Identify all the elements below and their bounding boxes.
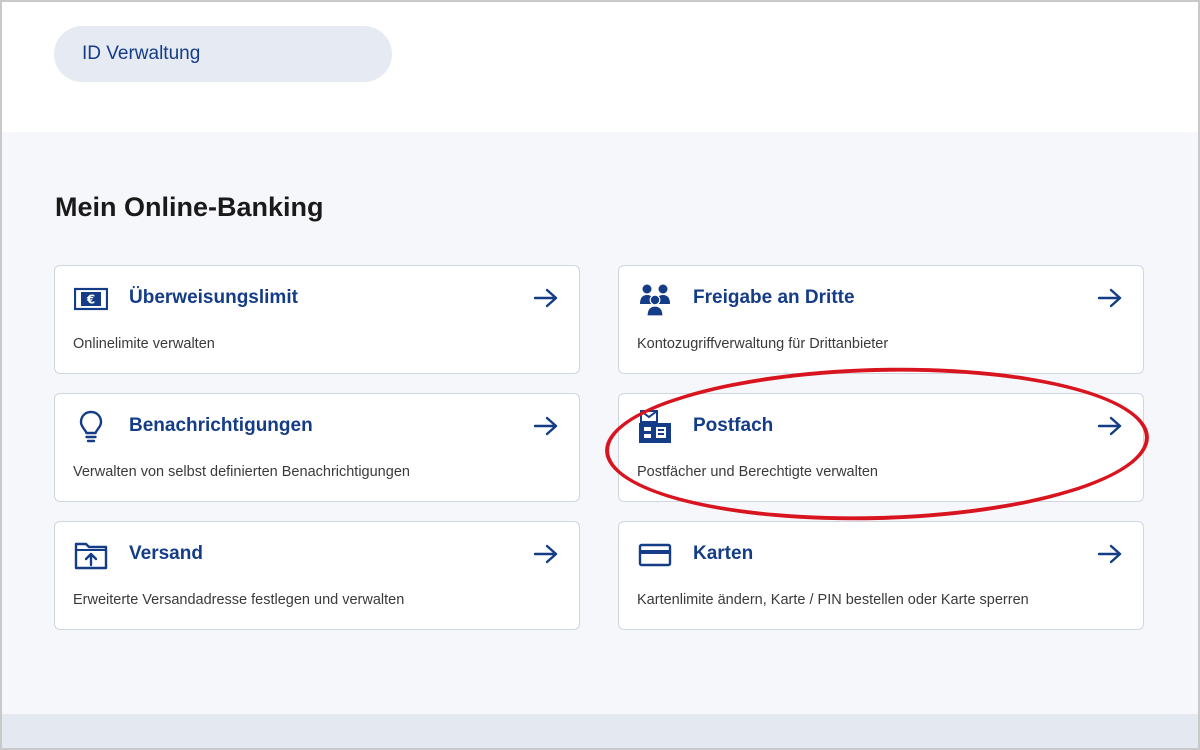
id-management-button[interactable]: ID Verwaltung	[54, 26, 392, 82]
card-description: Verwalten von selbst definierten Benachr…	[73, 464, 410, 480]
card-description: Kartenlimite ändern, Karte / PIN bestell…	[637, 592, 1029, 608]
people-group-icon	[637, 281, 673, 317]
card-title: Überweisungslimit	[129, 287, 298, 308]
mailbox-icon	[637, 409, 673, 445]
footer-band	[0, 714, 1200, 750]
page-title: Mein Online-Banking	[55, 192, 324, 222]
folder-upload-icon	[73, 537, 109, 573]
arrow-right-icon	[533, 542, 559, 566]
card-description: Erweiterte Versandadresse festlegen und …	[73, 592, 405, 608]
card-shipping[interactable]: Versand Erweiterte Versandadresse festle…	[54, 521, 580, 630]
card-icon	[637, 537, 673, 573]
arrow-right-icon	[1097, 542, 1123, 566]
euro-note-icon: €	[73, 281, 109, 317]
card-description: Kontozugriffverwaltung für Drittanbieter	[637, 336, 889, 352]
card-title: Benachrichtigungen	[129, 415, 313, 436]
card-title: Freigabe an Dritte	[693, 287, 855, 308]
card-title: Postfach	[693, 415, 774, 436]
lightbulb-icon	[73, 409, 109, 445]
arrow-right-icon	[533, 286, 559, 310]
top-area: ID Verwaltung	[0, 0, 1200, 132]
card-cards[interactable]: Karten Kartenlimite ändern, Karte / PIN …	[618, 521, 1144, 630]
card-mailbox[interactable]: Postfach Postfächer und Berechtigte verw…	[618, 393, 1144, 502]
arrow-right-icon	[1097, 286, 1123, 310]
card-notifications[interactable]: Benachrichtigungen Verwalten von selbst …	[54, 393, 580, 502]
card-transfer-limit[interactable]: € Überweisungslimit Onlinelimite verwalt…	[54, 265, 580, 374]
card-third-party-access[interactable]: Freigabe an Dritte Kontozugriffverwaltun…	[618, 265, 1144, 374]
arrow-right-icon	[1097, 414, 1123, 438]
arrow-right-icon	[533, 414, 559, 438]
card-description: Onlinelimite verwalten	[73, 336, 215, 352]
svg-text:€: €	[86, 293, 95, 307]
card-title: Versand	[129, 543, 203, 564]
card-description: Postfächer und Berechtigte verwalten	[637, 464, 878, 480]
card-title: Karten	[693, 543, 754, 564]
